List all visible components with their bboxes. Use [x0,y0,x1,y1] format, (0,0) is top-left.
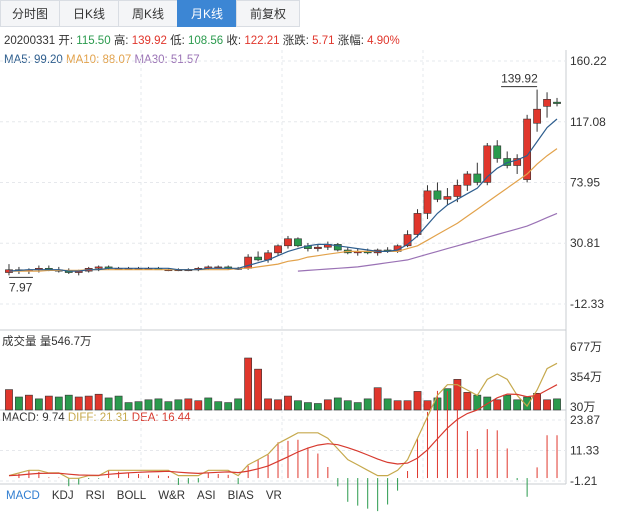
candle-body [284,238,292,247]
volume-bar [134,401,143,411]
volume-bar [114,395,123,411]
volume-bar [413,391,422,411]
volume-bar [393,400,402,411]
candle-body [433,190,442,200]
volume-bar [513,399,522,411]
volume-bar [244,357,253,411]
k-y-tick-label: 117.08 [570,115,606,129]
chart-grid [0,50,567,485]
volume-bar [5,389,13,411]
volume-bar [174,399,183,411]
volume-bar [224,402,233,411]
volume-bar [124,402,133,411]
volume-bar [254,368,262,411]
candle-body [254,256,262,261]
high-marker-label: 139.92 [501,72,538,86]
volume-bar [15,396,23,411]
candle-body [523,118,532,180]
volume-bar [543,399,551,411]
candle-body [533,108,541,124]
volume-bar [493,399,502,411]
low-marker-label: 7.97 [9,280,33,294]
volume-bar [403,400,412,411]
k-y-tick-label: 73.95 [570,175,600,189]
volume-bar [463,392,472,411]
volume-bar [164,401,173,411]
volume-bar [373,387,382,411]
volume-bar [453,379,462,411]
volume-bar [204,397,213,411]
volume-bar [74,396,83,411]
volume-bar [274,399,282,411]
volume-bar [194,400,203,411]
candle-body [413,213,422,235]
volume-bar [323,399,332,411]
volume-bar [284,395,292,411]
volume-bar [34,398,43,411]
volume-y-tick-label: 677万 [570,340,602,354]
diff-line [8,362,558,479]
volume-bar [25,394,33,411]
volume-bar [343,400,352,411]
volume-bar [353,402,362,411]
candle-body [294,238,302,247]
ma30-line [297,212,558,272]
candle-body [94,266,103,269]
candle-body [493,145,502,159]
volume-bar [294,400,302,411]
volume-y-tick-label: 354万 [570,370,602,384]
candle-body [313,246,322,249]
volume-bar [264,398,272,411]
candle-body [453,184,462,197]
macd-y-tick-label: 23.87 [570,413,600,427]
volume-bar [553,398,561,411]
y-axes: 160.22117.0873.9530.81-12.33677万354万30万2… [570,54,607,488]
volume-bar [333,397,342,411]
volume-bar [84,395,93,411]
candle-body [423,190,432,214]
volume-bar [94,393,103,411]
k-y-tick-label: -12.33 [570,297,604,311]
volume-bar [503,394,512,411]
volume-pane [5,357,561,411]
macd-pane [8,362,558,512]
candle-body [443,196,452,200]
volume-bar [214,401,223,411]
volume-bar [234,398,243,411]
macd-y-tick-label: 11.33 [570,444,599,458]
volume-bar [54,396,63,411]
volume-bar [144,399,153,411]
macd-y-tick-label: -1.21 [570,474,598,488]
volume-bar [313,403,322,411]
candle-body [463,173,472,186]
candle-body [553,101,561,104]
volume-bar [184,398,193,411]
stock-chart: 139.92 7.97 160.22 117.08 73.95 30.81 -12.33 6… [0,50,607,512]
volume-bar [304,402,312,411]
k-y-tick-label: 30.81 [570,236,600,250]
k-y-tick-label: 160.22 [570,54,607,68]
candle-body [274,245,282,254]
volume-bar [423,400,432,411]
candle-body [543,99,551,107]
volume-bar [154,398,163,411]
volume-bar [363,398,372,411]
volume-bar [44,395,53,411]
ma5-line [8,118,558,272]
volume-bar [104,397,113,411]
volume-bar [64,394,73,411]
volume-bar [383,398,392,411]
candle-body [473,173,482,183]
ma10-line [9,148,558,272]
